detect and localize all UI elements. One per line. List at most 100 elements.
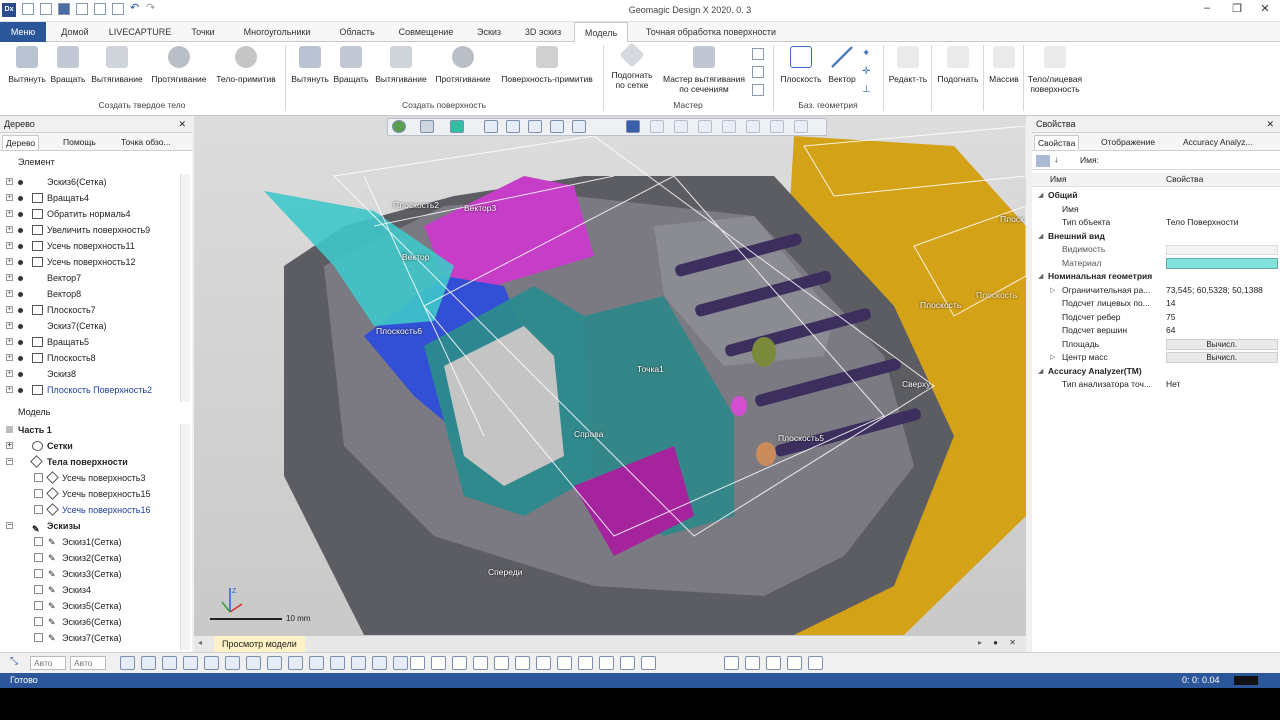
mesh-fit-wizard-button[interactable]: Подогнать по сетке	[606, 42, 658, 102]
coordinate-icon[interactable]	[766, 656, 781, 670]
view-bottom-icon[interactable]	[620, 656, 635, 670]
category-general[interactable]: ◢ Общий	[1032, 189, 1280, 203]
surface-sweep-button[interactable]: Протягивание	[432, 46, 494, 102]
close-icon[interactable]: ✕	[178, 116, 186, 133]
label-right[interactable]: Справа	[574, 429, 603, 439]
tree-element-item[interactable]: + Усечь поверхность12	[0, 254, 190, 270]
surface-loft-button[interactable]: Вытягивание	[372, 46, 430, 102]
select-filter-icon[interactable]	[722, 120, 736, 133]
body-face-button[interactable]: Тело/лицевая поверхность	[1024, 46, 1086, 102]
sort-az-icon[interactable]: ↓	[1054, 154, 1059, 164]
tree-surface-body-item[interactable]: Усечь поверхность16	[0, 502, 190, 518]
model-viewport[interactable]: Плоскость2 Вектор3 Вектор Плоскость6 Пло…	[194, 116, 1026, 635]
select-filter-icon[interactable]	[770, 120, 784, 133]
axis-icon[interactable]: ⊥	[862, 84, 874, 96]
model-view-tab[interactable]: Просмотр модели	[214, 636, 305, 652]
tree-sketch-item[interactable]: ✎ Эскиз1(Сетка)	[0, 534, 190, 550]
label-plane5[interactable]: Плоскость5	[778, 433, 824, 443]
ref-plane-button[interactable]: Плоскость	[778, 46, 824, 102]
view-back-icon[interactable]	[506, 120, 520, 133]
scroll-left-icon[interactable]: ◂	[198, 638, 202, 647]
export-icon[interactable]	[94, 3, 106, 15]
display-filter-icon[interactable]	[246, 656, 261, 670]
view-cube-icon[interactable]	[420, 120, 434, 133]
redo-icon[interactable]: ↷	[146, 3, 158, 15]
visibility-checkbox[interactable]	[34, 553, 43, 562]
tree-element-item[interactable]: + Усечь поверхность11	[0, 238, 190, 254]
tree-sketch-item[interactable]: ✎ Эскиз5(Сетка)	[0, 598, 190, 614]
select-filter-icon[interactable]	[650, 120, 664, 133]
zoom-window-icon[interactable]	[473, 656, 488, 670]
tree-sketch-item[interactable]: ✎ Эскиз7(Сетка)	[0, 630, 190, 646]
measure-icon[interactable]	[724, 656, 739, 670]
view-top-icon[interactable]	[599, 656, 614, 670]
solid-sweep-button[interactable]: Протягивание	[148, 46, 210, 102]
tree-element-item[interactable]: + Обратить нормаль4	[0, 206, 190, 222]
tree-surface-body-item[interactable]: Усечь поверхность3	[0, 470, 190, 486]
tree-meshes[interactable]: + Сетки	[0, 438, 190, 454]
close-button[interactable]: ✕	[1254, 2, 1276, 18]
view-left-icon[interactable]	[528, 120, 542, 133]
close-icon[interactable]: ✕	[1266, 116, 1274, 133]
display-filter-icon[interactable]	[330, 656, 345, 670]
prop-vertex-count[interactable]: Подсчет вершин 64	[1032, 324, 1280, 338]
new-file-icon[interactable]	[22, 3, 34, 15]
category-nominal-geometry[interactable]: ◢ Номинальная геометрия	[1032, 270, 1280, 284]
solid-primitive-button[interactable]: Тело-примитив	[212, 46, 280, 102]
tab-3d-sketch[interactable]: 3D эскиз	[516, 22, 570, 42]
select-tool-icon[interactable]: ⤡	[10, 656, 25, 670]
tree-sketch-item[interactable]: ✎ Эскиз4	[0, 582, 190, 598]
maximize-button[interactable]: ❐	[1226, 2, 1248, 18]
tab-properties[interactable]: Свойства	[1034, 135, 1080, 150]
prop-edge-count[interactable]: Подсчет ребер 75	[1032, 311, 1280, 325]
app-icon[interactable]: Dx	[2, 3, 16, 17]
tab-menu[interactable]: Меню	[0, 22, 46, 42]
tree-element-item[interactable]: + Эскиз8	[0, 366, 190, 382]
prop-analyzer-type[interactable]: Тип анализатора точ... Нет	[1032, 378, 1280, 392]
prop-material[interactable]: Материал	[1032, 257, 1280, 271]
view-globe-icon[interactable]	[392, 120, 406, 133]
tab-livecapture[interactable]: LIVECAPTURE	[104, 22, 176, 42]
zoom-fit-icon[interactable]	[410, 656, 425, 670]
visibility-checkbox[interactable]	[34, 537, 43, 546]
label-point1[interactable]: Точка1	[637, 364, 664, 374]
render-mode-icon[interactable]	[450, 120, 464, 133]
tree-element-item[interactable]: + Эскиз7(Сетка)	[0, 318, 190, 334]
render-mesh-icon[interactable]	[183, 656, 198, 670]
tree-element-item[interactable]: + Плоскость7	[0, 302, 190, 318]
visibility-checkbox[interactable]	[34, 633, 43, 642]
view-back-icon[interactable]	[536, 656, 551, 670]
material-color-swatch[interactable]	[1166, 257, 1278, 269]
render-wire-icon[interactable]	[141, 656, 156, 670]
tree-part[interactable]: Часть 1	[0, 422, 190, 438]
tab-accuracy-analyzer[interactable]: Accuracy Analyz...	[1180, 135, 1255, 150]
loft-wizard-button[interactable]: Мастер вытягивания по сечениям	[658, 46, 750, 102]
visibility-checkbox[interactable]	[34, 585, 43, 594]
render-points-icon[interactable]	[162, 656, 177, 670]
view-strip-pin-icon[interactable]: ●	[993, 638, 998, 647]
category-appearance[interactable]: ◢ Внешний вид	[1032, 230, 1280, 244]
display-filter-icon[interactable]	[204, 656, 219, 670]
wizard-small-icon[interactable]	[752, 66, 764, 78]
tree-element-item[interactable]: + Вектор8	[0, 286, 190, 302]
tab-display[interactable]: Отображение	[1098, 135, 1158, 150]
zoom-icon[interactable]	[494, 656, 509, 670]
display-filter-icon[interactable]	[351, 656, 366, 670]
tree-element-item[interactable]: + Вектор7	[0, 270, 190, 286]
category-accuracy-analyzer[interactable]: ◢ Accuracy Analyzer(TM)	[1032, 365, 1280, 379]
rotate-icon[interactable]	[431, 656, 446, 670]
select-filter-icon[interactable]	[674, 120, 688, 133]
view-strip-close-icon[interactable]: ✕	[1009, 638, 1016, 647]
wizard-small-icon[interactable]	[752, 84, 764, 96]
tab-polygons[interactable]: Многоугольники	[232, 22, 322, 42]
solid-extrude-button[interactable]: Вытянуть	[6, 46, 48, 102]
visibility-checkbox[interactable]	[34, 601, 43, 610]
visibility-checkbox[interactable]	[34, 569, 43, 578]
tree-element-item[interactable]: + Плоскость Поверхность2	[0, 382, 190, 398]
tree-element-item[interactable]: + Вращать4	[0, 190, 190, 206]
display-filter-icon[interactable]	[372, 656, 387, 670]
save-icon[interactable]	[58, 3, 70, 15]
model-scrollbar[interactable]	[180, 424, 190, 650]
upload-icon[interactable]	[112, 3, 124, 15]
label-plane-far[interactable]: Плоскость	[976, 290, 1017, 300]
